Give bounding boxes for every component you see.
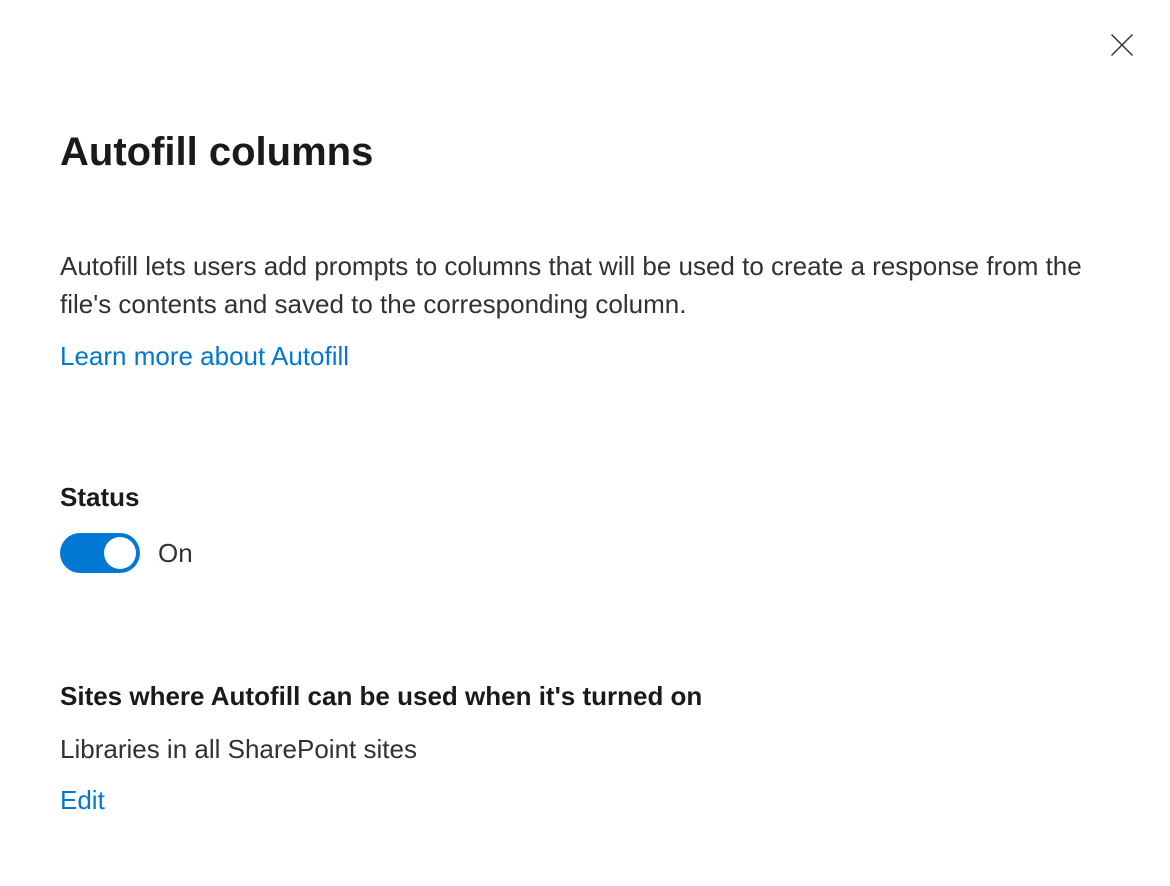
sites-section: Sites where Autofill can be used when it… (60, 681, 1110, 816)
status-toggle-text: On (158, 538, 193, 569)
status-toggle-row: On (60, 533, 1110, 573)
status-toggle[interactable] (60, 533, 140, 573)
status-section: Status On (60, 482, 1110, 573)
settings-panel: Autofill columns Autofill lets users add… (0, 0, 1170, 816)
edit-sites-link[interactable]: Edit (60, 785, 105, 816)
toggle-knob (104, 537, 136, 569)
sites-heading: Sites where Autofill can be used when it… (60, 681, 1110, 712)
page-title: Autofill columns (60, 128, 1110, 176)
status-label: Status (60, 482, 1110, 513)
learn-more-link[interactable]: Learn more about Autofill (60, 341, 349, 372)
sites-value: Libraries in all SharePoint sites (60, 734, 1110, 765)
close-button[interactable] (1104, 28, 1140, 64)
close-icon (1108, 31, 1136, 62)
description-text: Autofill lets users add prompts to colum… (60, 248, 1110, 323)
